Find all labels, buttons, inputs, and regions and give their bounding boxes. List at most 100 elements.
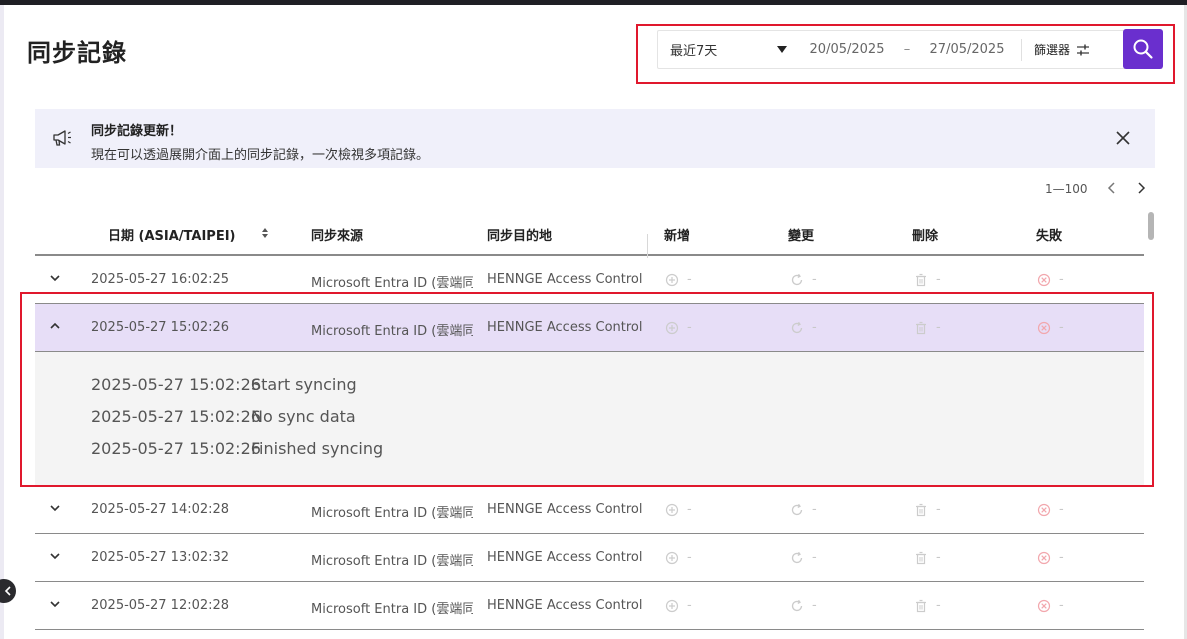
- row-delete-stat: -: [914, 598, 941, 613]
- header-date[interactable]: 日期 (ASIA/TAIPEI): [108, 225, 235, 244]
- add-circle-icon: [665, 551, 679, 564]
- add-circle-icon: [665, 503, 679, 516]
- sidebar-collapse-button[interactable]: [0, 579, 16, 603]
- row-fail-stat: -: [1037, 550, 1064, 565]
- header-delete: 刪除: [912, 229, 939, 244]
- filter-button[interactable]: 篩選器: [1022, 41, 1100, 58]
- table-row[interactable]: 2025-05-27 12:02:28 Microsoft Entra ID (…: [35, 582, 1144, 630]
- row-change-stat: -: [790, 598, 817, 613]
- refresh-icon: [791, 503, 803, 515]
- megaphone-icon: [53, 130, 71, 146]
- row-add-stat: -: [665, 550, 692, 565]
- delete-value: -: [936, 502, 941, 517]
- row-source: Microsoft Entra ID (雲端同: [311, 276, 473, 291]
- chevron-down-icon[interactable]: [48, 501, 62, 515]
- fail-circle-icon: [1037, 503, 1051, 516]
- header-fail: 失敗: [1036, 229, 1063, 244]
- row-destination: HENNGE Access Control: [487, 502, 643, 517]
- row-delete-stat: -: [914, 272, 941, 287]
- scrollbar-thumb[interactable]: [1148, 212, 1154, 240]
- row-fail-stat: -: [1037, 272, 1064, 287]
- chevron-left-icon: [4, 586, 11, 596]
- add-circle-icon: [665, 273, 679, 286]
- fail-value: -: [1059, 272, 1064, 287]
- chevron-down-icon[interactable]: [48, 271, 62, 285]
- chevron-left-icon[interactable]: [1106, 181, 1118, 195]
- page-title: 同步記錄: [27, 39, 127, 67]
- date-from-input[interactable]: 20/05/2025: [799, 42, 895, 57]
- trash-icon: [916, 273, 926, 286]
- add-value: -: [687, 502, 692, 517]
- fail-circle-icon: [1037, 599, 1051, 612]
- add-value: -: [687, 272, 692, 287]
- header-source: 同步來源: [311, 229, 364, 244]
- delete-value: -: [936, 272, 941, 287]
- change-value: -: [812, 502, 817, 517]
- filter-bar: 最近7天 20/05/2025 – 27/05/2025 篩選器: [657, 30, 1163, 69]
- fail-circle-icon: [1037, 551, 1051, 564]
- filter-button-label: 篩選器: [1034, 43, 1071, 57]
- expanded-highlight-box: [20, 292, 1154, 487]
- date-to-input[interactable]: 27/05/2025: [919, 42, 1015, 57]
- pagination-range: 1—100: [1045, 182, 1088, 196]
- row-add-stat: -: [665, 272, 692, 287]
- chevron-down-icon[interactable]: [48, 549, 62, 563]
- refresh-icon: [791, 273, 803, 285]
- trash-icon: [916, 551, 926, 564]
- notice-text: 現在可以透過展開介面上的同步記錄，一次檢視多項記錄。: [91, 148, 430, 163]
- row-change-stat: -: [790, 550, 817, 565]
- fail-value: -: [1059, 502, 1064, 517]
- change-value: -: [812, 598, 817, 613]
- row-change-stat: -: [790, 502, 817, 517]
- search-button[interactable]: [1123, 29, 1163, 69]
- row-date: 2025-05-27 12:02:28: [91, 598, 230, 613]
- row-delete-stat: -: [914, 550, 941, 565]
- delete-value: -: [936, 550, 941, 565]
- column-separator: [647, 234, 648, 258]
- notice-banner: 同步記錄更新！ 現在可以透過展開介面上的同步記錄，一次檢視多項記錄。: [35, 109, 1155, 168]
- left-edge: [0, 5, 4, 639]
- row-source: Microsoft Entra ID (雲端同: [311, 554, 473, 569]
- date-range-select[interactable]: 最近7天: [658, 31, 799, 68]
- row-date: 2025-05-27 16:02:25: [91, 272, 230, 287]
- date-separator: –: [903, 42, 911, 57]
- add-value: -: [687, 598, 692, 613]
- table-row[interactable]: 2025-05-27 13:02:32 Microsoft Entra ID (…: [35, 534, 1144, 582]
- add-value: -: [687, 550, 692, 565]
- trash-icon: [916, 503, 926, 516]
- add-circle-icon: [665, 599, 679, 612]
- close-icon[interactable]: [1115, 130, 1131, 146]
- row-fail-stat: -: [1037, 502, 1064, 517]
- caret-down-icon: [777, 46, 787, 53]
- row-date: 2025-05-27 14:02:28: [91, 502, 230, 517]
- notice-title: 同步記錄更新！: [91, 124, 183, 139]
- fail-value: -: [1059, 550, 1064, 565]
- top-bar: [0, 0, 1187, 5]
- row-change-stat: -: [790, 272, 817, 287]
- fail-value: -: [1059, 598, 1064, 613]
- header-change: 變更: [788, 229, 815, 244]
- change-value: -: [812, 550, 817, 565]
- sort-icon[interactable]: [261, 227, 269, 239]
- change-value: -: [812, 272, 817, 287]
- fail-circle-icon: [1037, 273, 1051, 286]
- row-destination: HENNGE Access Control: [487, 272, 643, 287]
- row-source: Microsoft Entra ID (雲端同: [311, 506, 473, 521]
- row-source: Microsoft Entra ID (雲端同: [311, 602, 473, 617]
- table-header: 日期 (ASIA/TAIPEI) 同步來源 同步目的地 新增 變更 刪除 失敗: [35, 210, 1144, 258]
- delete-value: -: [936, 598, 941, 613]
- row-date: 2025-05-27 13:02:32: [91, 550, 230, 565]
- table-row[interactable]: 2025-05-27 14:02:28 Microsoft Entra ID (…: [35, 486, 1144, 534]
- row-destination: HENNGE Access Control: [487, 550, 643, 565]
- chevron-down-icon[interactable]: [48, 597, 62, 611]
- filter-icon: [1077, 44, 1090, 55]
- chevron-right-icon[interactable]: [1135, 181, 1147, 195]
- header-add: 新增: [664, 229, 691, 244]
- refresh-icon: [791, 551, 803, 563]
- search-icon: [1133, 39, 1153, 59]
- date-range-value: 最近7天: [670, 44, 718, 59]
- row-add-stat: -: [665, 598, 692, 613]
- refresh-icon: [791, 599, 803, 611]
- row-add-stat: -: [665, 502, 692, 517]
- row-delete-stat: -: [914, 502, 941, 517]
